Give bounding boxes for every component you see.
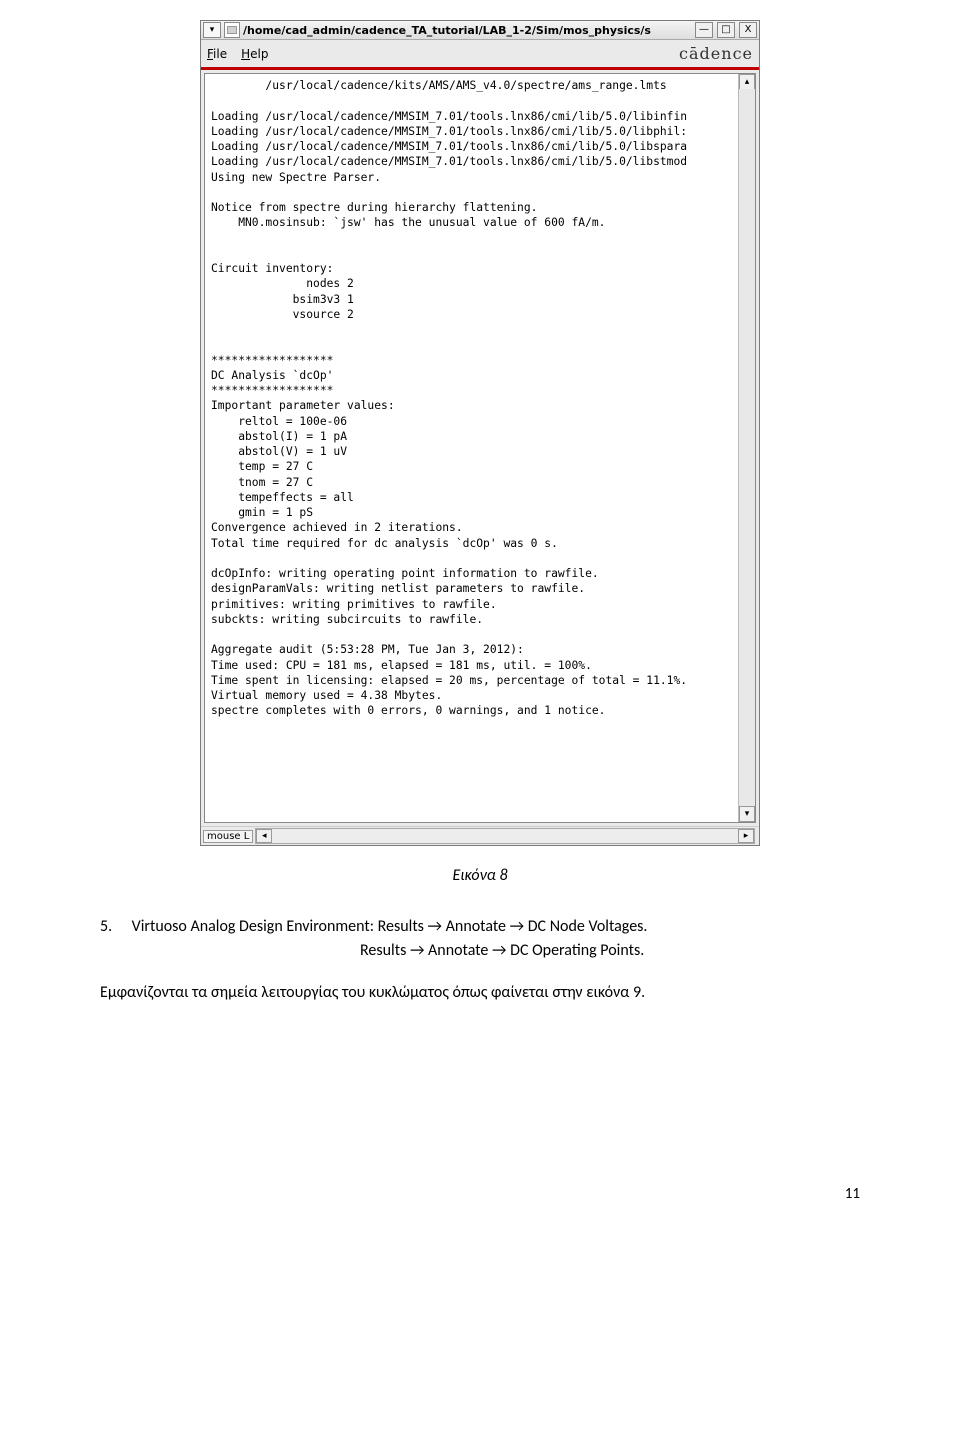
console-output: /usr/local/cadence/kits/AMS/AMS_v4.0/spe… <box>204 73 756 823</box>
figure-caption: Εικόνα 8 <box>100 866 860 885</box>
status-mouse-label: mouse L <box>203 830 253 843</box>
console-frame: /usr/local/cadence/kits/AMS/AMS_v4.0/spe… <box>201 70 759 826</box>
menubar: File Help cādence <box>201 40 759 70</box>
console-text: /usr/local/cadence/kits/AMS/AMS_v4.0/spe… <box>211 78 749 719</box>
scroll-up-arrow[interactable]: ▴ <box>739 74 755 90</box>
instruction-line-1: Virtuoso Analog Design Environment: Resu… <box>132 917 648 936</box>
window-menu-dropdown[interactable]: ▾ <box>203 22 221 38</box>
brand-logo: cādence <box>679 44 753 63</box>
statusbar: mouse L ◂ ▸ <box>201 826 759 845</box>
scroll-down-arrow[interactable]: ▾ <box>739 806 755 822</box>
page-number: 11 <box>100 1185 860 1203</box>
app-icon <box>224 22 240 38</box>
close-button[interactable]: X <box>739 22 757 38</box>
scroll-left-arrow[interactable]: ◂ <box>256 829 272 843</box>
titlebar: ▾ /home/cad_admin/cadence_TA_tutorial/LA… <box>201 21 759 40</box>
vertical-scrollbar[interactable]: ▴ ▾ <box>738 74 755 822</box>
instruction-step-5: 5. Virtuoso Analog Design Environment: R… <box>100 915 860 963</box>
minimize-button[interactable]: — <box>695 22 713 38</box>
application-window: ▾ /home/cad_admin/cadence_TA_tutorial/LA… <box>200 20 760 846</box>
page: ▾ /home/cad_admin/cadence_TA_tutorial/LA… <box>0 0 960 1243</box>
menu-file[interactable]: File <box>207 47 227 61</box>
scroll-right-arrow[interactable]: ▸ <box>738 829 754 843</box>
menu-help[interactable]: Help <box>241 47 268 61</box>
horizontal-scrollbar[interactable]: ◂ ▸ <box>255 828 755 844</box>
screenshot-figure: ▾ /home/cad_admin/cadence_TA_tutorial/LA… <box>200 20 760 846</box>
window-title: /home/cad_admin/cadence_TA_tutorial/LAB_… <box>243 24 691 37</box>
step-number: 5. <box>100 915 128 939</box>
instruction-line-2: Results → Annotate → DC Operating Points… <box>360 941 644 960</box>
maximize-button[interactable]: □ <box>717 22 735 38</box>
note-text: Εμφανίζονται τα σημεία λειτουργίας του κ… <box>100 981 860 1005</box>
scroll-track[interactable] <box>739 89 755 807</box>
